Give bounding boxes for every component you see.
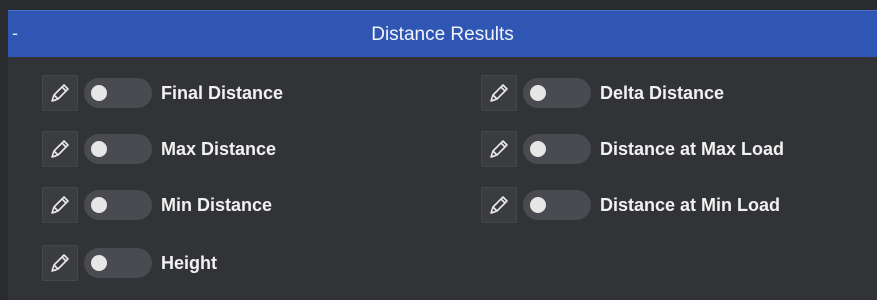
- edit-button[interactable]: [481, 75, 517, 111]
- result-row-final-distance: Final Distance: [42, 73, 283, 113]
- section-title: Distance Results: [371, 24, 514, 45]
- edit-button[interactable]: [481, 131, 517, 167]
- result-label: Distance at Max Load: [600, 138, 785, 159]
- toggle-knob: [91, 197, 107, 213]
- pencil-icon: [47, 192, 73, 218]
- toggle-switch[interactable]: [523, 78, 591, 108]
- toggle-switch[interactable]: [84, 78, 152, 108]
- edit-button[interactable]: [42, 131, 78, 167]
- result-label: Max Distance: [161, 138, 277, 159]
- result-row-distance-at-max-load: Distance at Max Load: [481, 129, 784, 169]
- toggle-knob: [91, 255, 107, 271]
- result-label: Distance at Min Load: [600, 194, 781, 215]
- result-row-delta-distance: Delta Distance: [481, 73, 724, 113]
- section-header[interactable]: - Distance Results: [8, 10, 877, 57]
- toggle-knob: [530, 85, 546, 101]
- result-row-max-distance: Max Distance: [42, 129, 276, 169]
- toggle-switch[interactable]: [523, 134, 591, 164]
- result-row-min-distance: Min Distance: [42, 185, 272, 225]
- left-edge: [0, 0, 8, 300]
- toggle-switch[interactable]: [523, 190, 591, 220]
- toggle-switch[interactable]: [84, 248, 152, 278]
- pencil-icon: [47, 250, 73, 276]
- pencil-icon: [486, 80, 512, 106]
- toggle-switch[interactable]: [84, 134, 152, 164]
- pencil-icon: [486, 136, 512, 162]
- toggle-knob: [91, 85, 107, 101]
- top-strip: [0, 0, 877, 10]
- pencil-icon: [486, 192, 512, 218]
- edit-button[interactable]: [481, 187, 517, 223]
- distance-results-panel: - Distance Results Final Distance Max Di…: [0, 0, 877, 300]
- toggle-switch[interactable]: [84, 190, 152, 220]
- toggle-knob: [530, 197, 546, 213]
- pencil-icon: [47, 136, 73, 162]
- edit-button[interactable]: [42, 75, 78, 111]
- pencil-icon: [47, 80, 73, 106]
- result-label: Final Distance: [161, 82, 284, 103]
- result-label: Min Distance: [161, 194, 273, 215]
- result-label: Height: [161, 252, 217, 273]
- toggle-knob: [530, 141, 546, 157]
- edit-button[interactable]: [42, 187, 78, 223]
- result-row-height: Height: [42, 243, 217, 283]
- toggle-knob: [91, 141, 107, 157]
- edit-button[interactable]: [42, 245, 78, 281]
- result-row-distance-at-min-load: Distance at Min Load: [481, 185, 780, 225]
- result-label: Delta Distance: [600, 82, 725, 103]
